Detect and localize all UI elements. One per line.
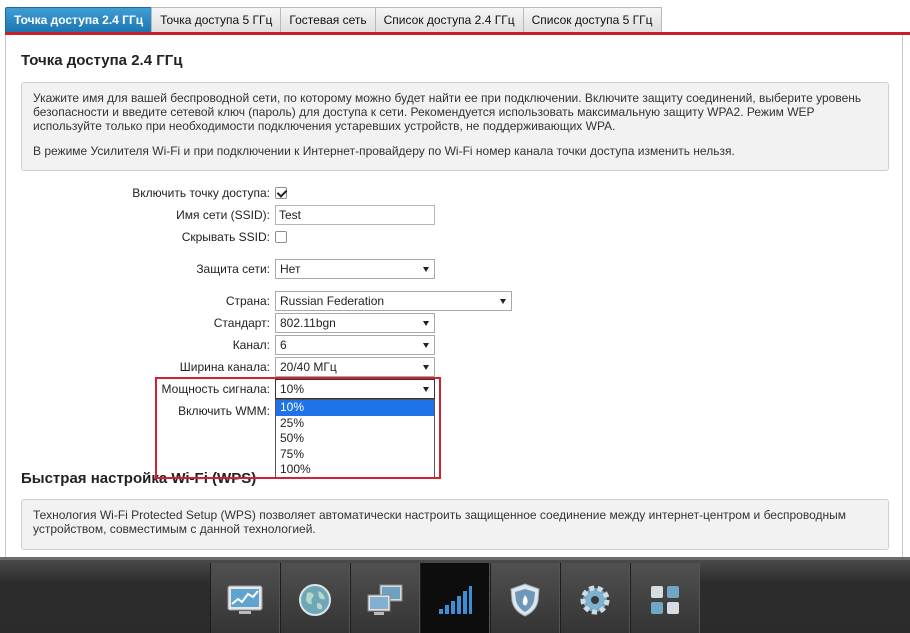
tab-ap-24ghz[interactable]: Точка доступа 2.4 ГГц bbox=[5, 7, 153, 33]
channel-select[interactable]: 6 bbox=[275, 335, 435, 355]
tab-list: Точка доступа 2.4 ГГц Точка доступа 5 ГГ… bbox=[5, 7, 662, 33]
channel-label: Канал: bbox=[232, 338, 270, 352]
home-network-button[interactable] bbox=[350, 563, 420, 633]
security-row: Защита сети: Нет bbox=[0, 259, 600, 279]
chevron-down-icon bbox=[423, 365, 429, 370]
wifi-signal-icon bbox=[439, 585, 472, 614]
internet-button[interactable] bbox=[280, 563, 350, 633]
ssid-label: Имя сети (SSID): bbox=[176, 208, 270, 222]
chevron-down-icon bbox=[423, 267, 429, 272]
wps-info-box: Технология Wi-Fi Protected Setup (WPS) п… bbox=[21, 499, 889, 550]
chevron-down-icon bbox=[423, 321, 429, 326]
gear-icon bbox=[580, 585, 610, 614]
tab-bar: Точка доступа 2.4 ГГц Точка доступа 5 ГГ… bbox=[0, 0, 910, 36]
enable-ap-label: Включить точку доступа: bbox=[132, 186, 270, 200]
standard-row: Стандарт: 802.11bgn bbox=[0, 313, 600, 333]
system-settings-button[interactable] bbox=[560, 563, 630, 633]
apps-button[interactable] bbox=[630, 563, 700, 633]
wifi-network-button[interactable] bbox=[420, 563, 490, 633]
standard-select[interactable]: 802.11bgn bbox=[275, 313, 435, 333]
chevron-down-icon bbox=[423, 343, 429, 348]
tab-access-list-5ghz[interactable]: Список доступа 5 ГГц bbox=[522, 7, 662, 33]
channel-width-select-value: 20/40 МГц bbox=[280, 360, 337, 374]
ssid-input[interactable]: Test bbox=[275, 205, 435, 225]
ssid-row: Имя сети (SSID): Test bbox=[0, 205, 600, 225]
enable-ap-row: Включить точку доступа: bbox=[0, 183, 600, 203]
firewall-shield-icon bbox=[510, 582, 540, 617]
chevron-down-icon bbox=[500, 299, 506, 304]
apps-grid-icon bbox=[651, 585, 679, 614]
enable-ap-checkbox[interactable] bbox=[275, 187, 287, 199]
monitor-button[interactable] bbox=[210, 563, 280, 633]
wps-info-paragraph: Технология Wi-Fi Protected Setup (WPS) п… bbox=[33, 508, 846, 536]
security-select-value: Нет bbox=[280, 262, 301, 276]
bottom-toolbar bbox=[0, 557, 910, 633]
tab-ap-5ghz[interactable]: Точка доступа 5 ГГц bbox=[151, 7, 282, 33]
security-select[interactable]: Нет bbox=[275, 259, 435, 279]
monitor-chart-icon bbox=[227, 585, 263, 614]
ap-info-box: Укажите имя для вашей беспроводной сети,… bbox=[21, 82, 889, 171]
country-select-value: Russian Federation bbox=[280, 294, 385, 308]
security-button[interactable] bbox=[490, 563, 560, 633]
globe-icon bbox=[299, 583, 331, 616]
toolbar-icons bbox=[210, 563, 700, 633]
security-label: Защита сети: bbox=[196, 262, 270, 276]
highlight-annotation bbox=[155, 377, 441, 479]
hide-ssid-checkbox[interactable] bbox=[275, 231, 287, 243]
country-label: Страна: bbox=[225, 294, 270, 308]
channel-row: Канал: 6 bbox=[0, 335, 600, 355]
channel-width-label: Ширина канала: bbox=[179, 360, 270, 374]
hide-ssid-label: Скрывать SSID: bbox=[181, 230, 270, 244]
channel-width-select[interactable]: 20/40 МГц bbox=[275, 357, 435, 377]
ap-info-note: В режиме Усилителя Wi-Fi и при подключен… bbox=[33, 144, 735, 158]
channel-select-value: 6 bbox=[280, 338, 287, 352]
country-row: Страна: Russian Federation bbox=[0, 291, 600, 311]
channel-width-row: Ширина канала: 20/40 МГц bbox=[0, 357, 600, 377]
hide-ssid-row: Скрывать SSID: bbox=[0, 227, 600, 247]
tab-access-list-24ghz[interactable]: Список доступа 2.4 ГГц bbox=[374, 7, 524, 33]
network-computers-icon bbox=[367, 584, 403, 615]
ap-section-title: Точка доступа 2.4 ГГц bbox=[21, 52, 183, 69]
standard-select-value: 802.11bgn bbox=[280, 316, 336, 330]
standard-label: Стандарт: bbox=[213, 316, 270, 330]
ap-info-paragraph: Укажите имя для вашей беспроводной сети,… bbox=[33, 91, 862, 133]
tab-guest-network[interactable]: Гостевая сеть bbox=[280, 7, 376, 33]
country-select[interactable]: Russian Federation bbox=[275, 291, 512, 311]
